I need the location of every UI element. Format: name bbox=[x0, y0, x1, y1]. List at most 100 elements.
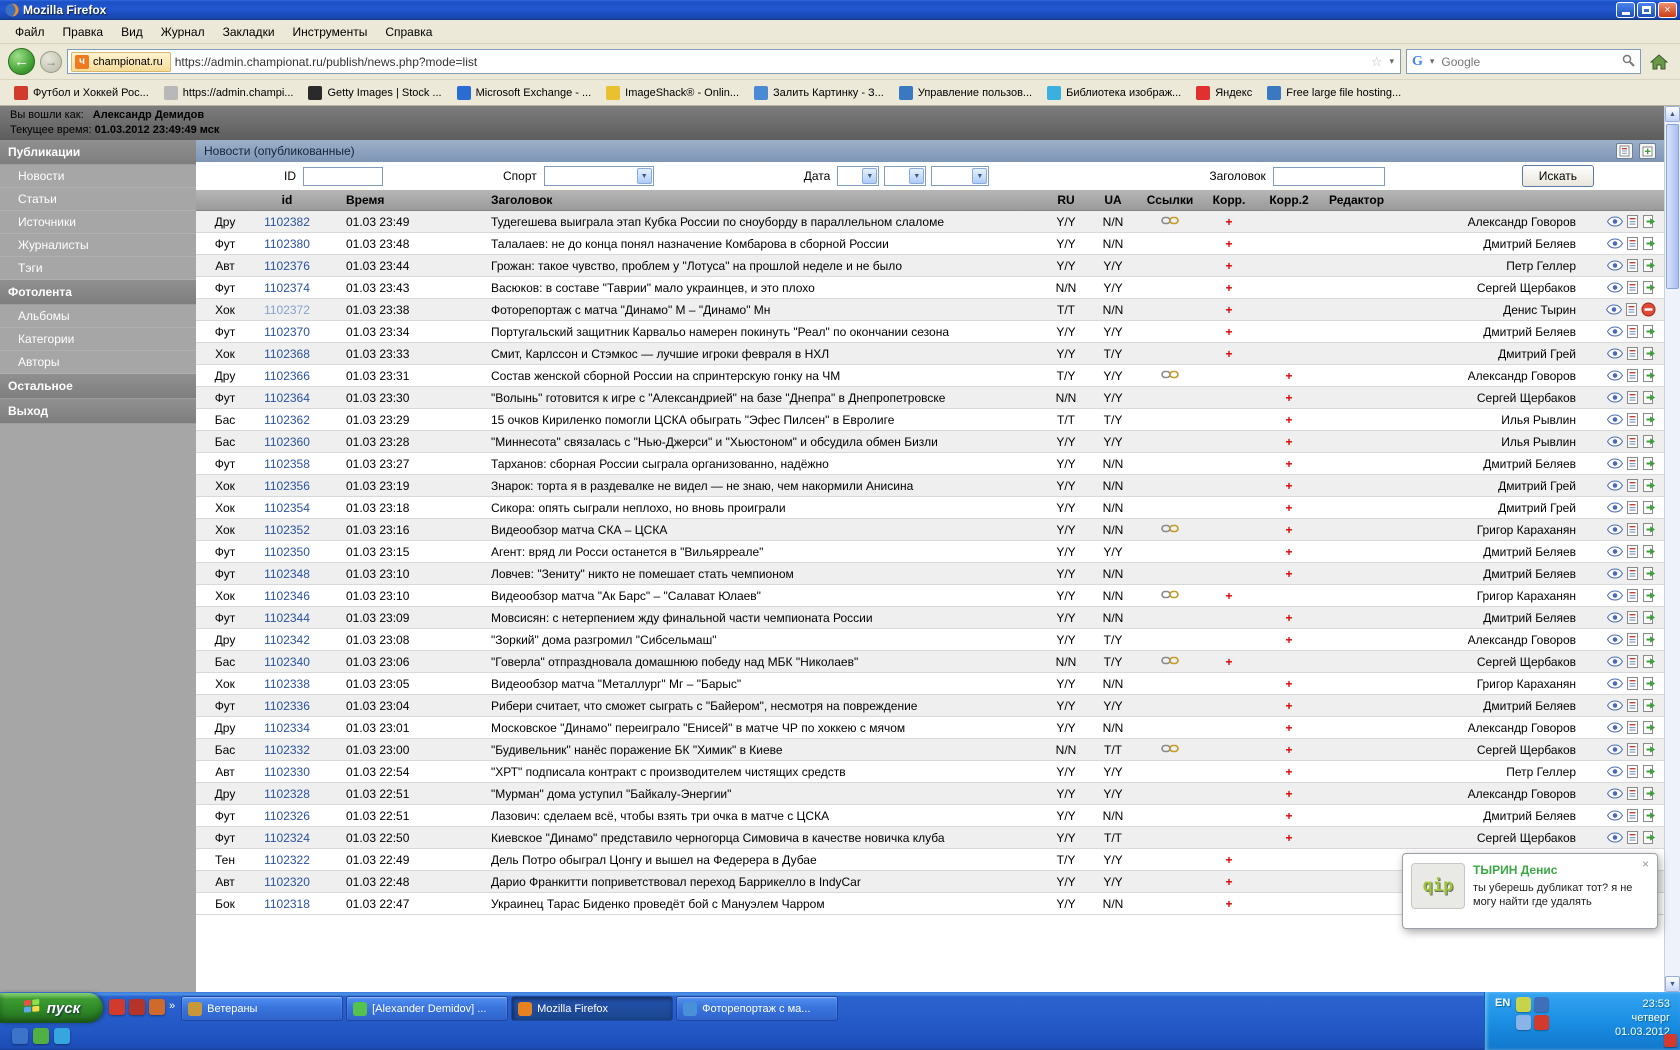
news-id-link[interactable]: 1102362 bbox=[264, 413, 310, 427]
bookmark-item[interactable]: Free large file hosting... bbox=[1261, 84, 1407, 102]
edit-icon[interactable] bbox=[1626, 808, 1639, 823]
news-id-link[interactable]: 1102334 bbox=[264, 721, 310, 735]
search-engine-dropdown-icon[interactable]: ▾ bbox=[1427, 56, 1438, 67]
view-icon[interactable] bbox=[1607, 590, 1623, 601]
export-icon[interactable] bbox=[1642, 390, 1656, 405]
export-icon[interactable] bbox=[1642, 544, 1656, 559]
menu-item[interactable]: Правка bbox=[54, 21, 113, 43]
export-icon[interactable] bbox=[1642, 720, 1656, 735]
edit-icon[interactable] bbox=[1626, 610, 1639, 625]
edit-icon[interactable] bbox=[1626, 786, 1639, 801]
bookmark-item[interactable]: Яндекс bbox=[1190, 84, 1258, 102]
bookmark-item[interactable]: Управление пользов... bbox=[893, 84, 1038, 102]
edit-icon[interactable] bbox=[1625, 302, 1638, 317]
news-id-link[interactable]: 1102366 bbox=[264, 369, 310, 383]
view-icon[interactable] bbox=[1607, 546, 1623, 557]
taskbar-window-button[interactable]: Mozilla Firefox bbox=[511, 996, 674, 1021]
view-icon[interactable] bbox=[1607, 502, 1623, 513]
news-id-link[interactable]: 1102342 bbox=[264, 633, 310, 647]
korr2-cell[interactable]: + bbox=[1257, 479, 1321, 493]
chevron-down-icon[interactable]: ▼ bbox=[862, 168, 878, 184]
korr2-cell[interactable]: + bbox=[1257, 809, 1321, 823]
edit-icon[interactable] bbox=[1626, 434, 1639, 449]
blocked-icon[interactable] bbox=[1641, 302, 1656, 317]
korr2-cell[interactable]: + bbox=[1257, 633, 1321, 647]
export-icon[interactable] bbox=[1642, 786, 1656, 801]
edit-icon[interactable] bbox=[1626, 720, 1639, 735]
korr-cell[interactable]: + bbox=[1201, 875, 1257, 889]
edit-icon[interactable] bbox=[1626, 214, 1639, 229]
view-icon[interactable] bbox=[1607, 612, 1623, 623]
view-icon[interactable] bbox=[1607, 260, 1623, 271]
links-icon[interactable] bbox=[1161, 589, 1179, 603]
print-icon[interactable] bbox=[1616, 143, 1633, 159]
korr2-cell[interactable]: + bbox=[1257, 831, 1321, 845]
export-icon[interactable] bbox=[1642, 214, 1656, 229]
export-icon[interactable] bbox=[1642, 566, 1656, 581]
quicklaunch-icon[interactable] bbox=[129, 999, 145, 1015]
korr-cell[interactable]: + bbox=[1201, 259, 1257, 273]
scrollbar-track[interactable] bbox=[1665, 122, 1680, 976]
korr2-cell[interactable]: + bbox=[1257, 567, 1321, 581]
scroll-up-icon[interactable]: ▲ bbox=[1665, 106, 1680, 122]
chevron-down-icon[interactable]: ▼ bbox=[972, 168, 988, 184]
links-icon[interactable] bbox=[1161, 523, 1179, 537]
export-icon[interactable] bbox=[1642, 830, 1656, 845]
export-icon[interactable] bbox=[1642, 698, 1656, 713]
export-icon[interactable] bbox=[1642, 500, 1656, 515]
magnifier-icon[interactable] bbox=[1622, 54, 1635, 70]
view-icon[interactable] bbox=[1606, 304, 1622, 315]
export-icon[interactable] bbox=[1642, 588, 1656, 603]
export-icon[interactable] bbox=[1642, 324, 1656, 339]
edit-icon[interactable] bbox=[1626, 588, 1639, 603]
export-icon[interactable] bbox=[1642, 434, 1656, 449]
view-icon[interactable] bbox=[1607, 700, 1623, 711]
sidebar-item[interactable]: Альбомы bbox=[0, 305, 196, 328]
menu-item[interactable]: Вид bbox=[112, 21, 152, 43]
view-icon[interactable] bbox=[1607, 810, 1623, 821]
export-icon[interactable] bbox=[1642, 742, 1656, 757]
quicklaunch-icon[interactable] bbox=[54, 1028, 70, 1044]
sidebar-item[interactable]: Авторы bbox=[0, 351, 196, 374]
quicklaunch-icon[interactable] bbox=[12, 1028, 28, 1044]
korr2-cell[interactable]: + bbox=[1257, 545, 1321, 559]
export-icon[interactable] bbox=[1642, 346, 1656, 361]
links-icon[interactable] bbox=[1161, 655, 1179, 669]
view-icon[interactable] bbox=[1607, 370, 1623, 381]
quicklaunch-icon[interactable] bbox=[109, 999, 125, 1015]
news-id-link[interactable]: 1102350 bbox=[264, 545, 310, 559]
view-icon[interactable] bbox=[1607, 392, 1623, 403]
view-icon[interactable] bbox=[1607, 832, 1623, 843]
news-id-link[interactable]: 1102364 bbox=[264, 391, 310, 405]
edit-icon[interactable] bbox=[1626, 742, 1639, 757]
edit-icon[interactable] bbox=[1626, 676, 1639, 691]
view-icon[interactable] bbox=[1607, 282, 1623, 293]
news-id-link[interactable]: 1102338 bbox=[264, 677, 310, 691]
view-icon[interactable] bbox=[1607, 568, 1623, 579]
export-icon[interactable] bbox=[1642, 236, 1656, 251]
sport-filter-select[interactable]: ▼ bbox=[543, 166, 654, 186]
export-icon[interactable] bbox=[1642, 676, 1656, 691]
korr-cell[interactable]: + bbox=[1201, 215, 1257, 229]
sidebar-item[interactable]: Выход bbox=[0, 399, 196, 424]
news-id-link[interactable]: 1102340 bbox=[264, 655, 310, 669]
menu-item[interactable]: Файл bbox=[6, 21, 54, 43]
news-id-link[interactable]: 1102318 bbox=[264, 897, 310, 911]
scroll-down-icon[interactable]: ▼ bbox=[1665, 976, 1680, 992]
edit-icon[interactable] bbox=[1626, 478, 1639, 493]
news-id-link[interactable]: 1102336 bbox=[264, 699, 310, 713]
export-icon[interactable] bbox=[1642, 478, 1656, 493]
news-id-link[interactable]: 1102332 bbox=[264, 743, 310, 757]
links-icon[interactable] bbox=[1161, 369, 1179, 383]
news-id-link[interactable]: 1102354 bbox=[264, 501, 310, 515]
view-icon[interactable] bbox=[1607, 326, 1623, 337]
edit-icon[interactable] bbox=[1626, 830, 1639, 845]
export-icon[interactable] bbox=[1642, 764, 1656, 779]
korr-cell[interactable]: + bbox=[1201, 325, 1257, 339]
sidebar-item[interactable]: Журналисты bbox=[0, 234, 196, 257]
korr2-cell[interactable]: + bbox=[1257, 413, 1321, 427]
news-id-link[interactable]: 1102382 bbox=[264, 215, 310, 229]
view-icon[interactable] bbox=[1607, 634, 1623, 645]
news-id-link[interactable]: 1102352 bbox=[264, 523, 310, 537]
chevron-down-icon[interactable]: ▼ bbox=[636, 168, 652, 184]
